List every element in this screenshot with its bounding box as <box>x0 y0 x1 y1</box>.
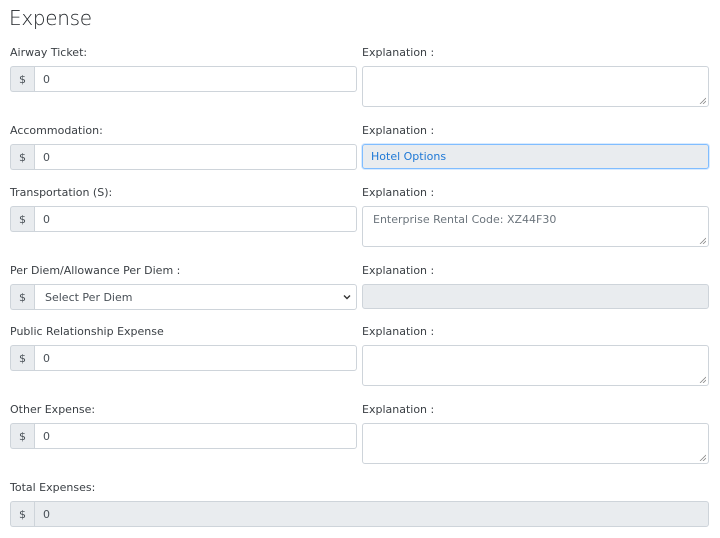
airway-ticket-input-group: $ 0 <box>10 66 357 92</box>
currency-addon: $ <box>10 345 34 371</box>
public-relationship-explanation-label: Explanation : <box>362 325 435 338</box>
transportation-explanation-placeholder: Enterprise Rental Code: XZ44F30 <box>373 213 557 226</box>
currency-addon: $ <box>10 206 34 232</box>
page-title: Expense <box>9 6 92 30</box>
per-diem-selected-value: Select Per Diem <box>45 290 133 304</box>
resize-grip-icon[interactable] <box>699 376 706 383</box>
currency-addon: $ <box>10 66 34 92</box>
currency-addon: $ <box>10 144 34 170</box>
per-diem-explanation-label: Explanation : <box>362 264 435 277</box>
per-diem-input-group: $ Select Per Diem <box>10 284 357 310</box>
hotel-options-link[interactable]: Hotel Options <box>362 144 709 169</box>
public-relationship-explanation-textarea[interactable] <box>362 345 709 386</box>
currency-addon: $ <box>10 284 34 310</box>
total-expenses-label: Total Expenses: <box>10 481 96 494</box>
public-relationship-input-group: $ 0 <box>10 345 357 371</box>
per-diem-label: Per Diem/Allowance Per Diem : <box>10 264 181 277</box>
public-relationship-input[interactable]: 0 <box>34 345 357 371</box>
other-explanation-textarea[interactable] <box>362 423 709 464</box>
resize-grip-icon[interactable] <box>699 454 706 461</box>
currency-addon: $ <box>10 501 34 527</box>
accommodation-label: Accommodation: <box>10 124 103 137</box>
other-expense-label: Other Expense: <box>10 403 96 416</box>
airway-explanation-textarea[interactable] <box>362 66 709 107</box>
chevron-down-icon <box>343 295 351 300</box>
other-expense-input[interactable]: 0 <box>34 423 357 449</box>
resize-grip-icon[interactable] <box>699 97 706 104</box>
transportation-explanation-textarea[interactable]: Enterprise Rental Code: XZ44F30 <box>362 206 709 247</box>
accommodation-input-group: $ 0 <box>10 144 357 170</box>
other-expense-input-group: $ 0 <box>10 423 357 449</box>
accommodation-explanation-label: Explanation : <box>362 124 435 137</box>
per-diem-explanation-field <box>362 284 709 309</box>
accommodation-input[interactable]: 0 <box>34 144 357 170</box>
per-diem-select[interactable]: Select Per Diem <box>34 284 357 310</box>
airway-ticket-input[interactable]: 0 <box>34 66 357 92</box>
airway-ticket-label: Airway Ticket: <box>10 46 88 59</box>
public-relationship-label: Public Relationship Expense <box>10 325 164 338</box>
transportation-explanation-label: Explanation : <box>362 186 435 199</box>
currency-addon: $ <box>10 423 34 449</box>
airway-explanation-label: Explanation : <box>362 46 435 59</box>
resize-grip-icon[interactable] <box>699 237 706 244</box>
total-expenses-input-group: $ 0 <box>10 501 709 527</box>
transportation-label: Transportation (S): <box>10 186 113 199</box>
transportation-input[interactable]: 0 <box>34 206 357 232</box>
total-expenses-field: 0 <box>34 501 709 527</box>
transportation-input-group: $ 0 <box>10 206 357 232</box>
other-explanation-label: Explanation : <box>362 403 435 416</box>
